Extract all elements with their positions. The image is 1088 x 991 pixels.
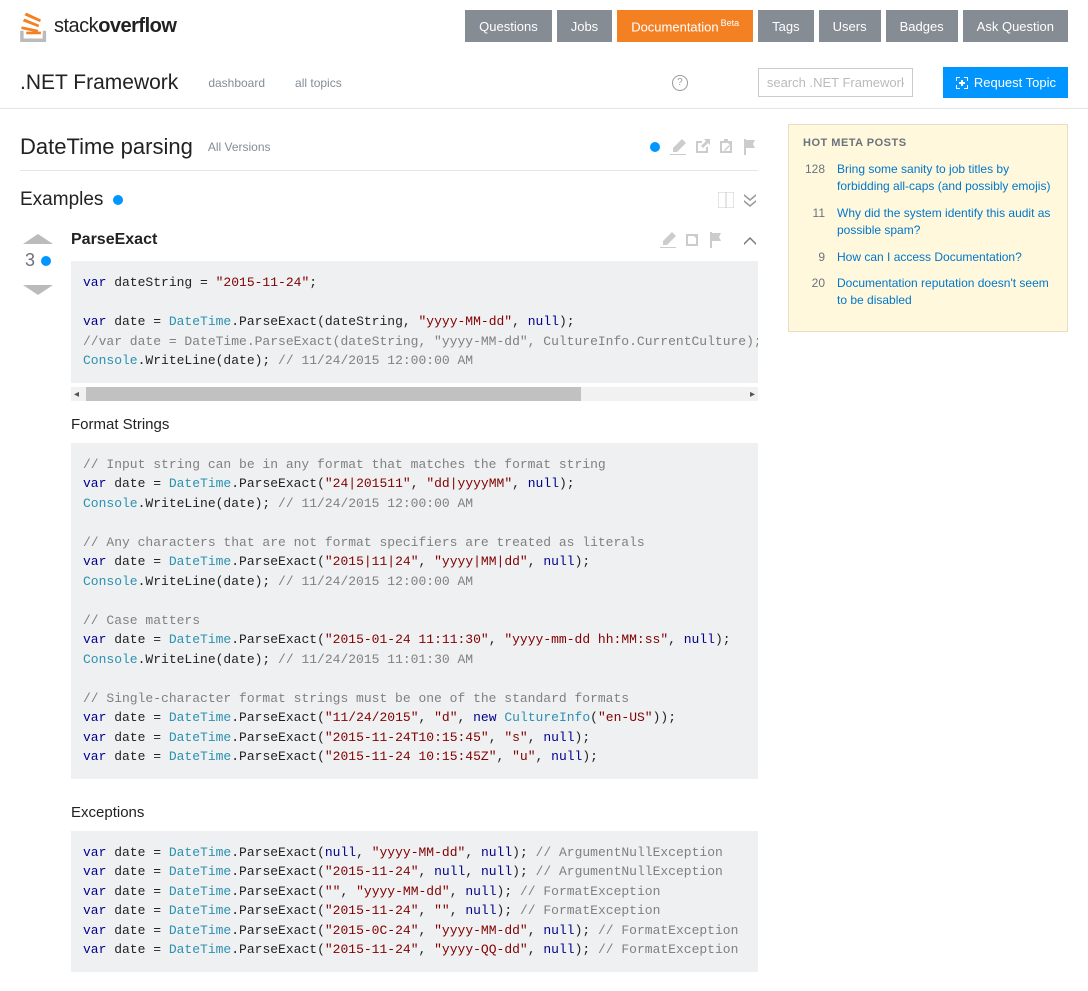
chevron-up-icon[interactable]: [742, 232, 758, 248]
flag-icon[interactable]: [742, 139, 758, 155]
nav-tags[interactable]: Tags: [758, 10, 813, 42]
layout-icon[interactable]: [718, 192, 734, 208]
hot-meta-item: 9 How can I access Documentation?: [803, 249, 1053, 266]
hot-meta-item: 128 Bring some sanity to job titles by fo…: [803, 161, 1053, 195]
nav-jobs[interactable]: Jobs: [557, 10, 612, 42]
stackoverflow-icon: [20, 10, 48, 42]
top-nav: QuestionsJobsDocumentationBetaTagsUsersB…: [465, 10, 1068, 42]
hot-meta-posts: HOT META POSTS 128 Bring some sanity to j…: [788, 124, 1068, 332]
hot-meta-item: 11 Why did the system identify this audit…: [803, 205, 1053, 239]
nav-questions[interactable]: Questions: [465, 10, 552, 42]
move-icon[interactable]: [694, 139, 710, 155]
all-topics-link[interactable]: all topics: [295, 76, 342, 90]
code-block-2: // Input string can be in any format tha…: [71, 443, 758, 779]
hot-meta-link[interactable]: How can I access Documentation?: [837, 249, 1022, 266]
notification-dot: [650, 142, 660, 152]
hot-meta-link[interactable]: Why did the system identify this audit a…: [837, 205, 1053, 239]
section-format-strings: Format Strings: [71, 416, 758, 433]
topic-title: DateTime parsing: [20, 134, 193, 160]
site-logo[interactable]: stackoverflow: [20, 10, 176, 42]
dashboard-link[interactable]: dashboard: [208, 76, 265, 90]
hot-meta-count: 9: [803, 249, 825, 266]
examples-heading: Examples: [20, 189, 103, 211]
downvote-button[interactable]: [23, 285, 53, 295]
vote-count: 3: [25, 250, 51, 271]
horizontal-scrollbar[interactable]: ◂ ▸: [71, 387, 758, 401]
all-versions-link[interactable]: All Versions: [208, 140, 271, 154]
hot-meta-count: 128: [803, 161, 825, 195]
example-title: ParseExact: [71, 231, 157, 249]
flag-icon[interactable]: [708, 232, 724, 248]
code-block-3: var date = DateTime.ParseExact(null, "yy…: [71, 831, 758, 972]
section-exceptions: Exceptions: [71, 804, 758, 821]
help-icon[interactable]: ?: [672, 75, 688, 91]
request-topic-button[interactable]: Request Topic: [943, 67, 1068, 98]
logo-text: stackoverflow: [54, 15, 176, 38]
nav-ask-question[interactable]: Ask Question: [963, 10, 1068, 42]
hot-meta-count: 20: [803, 275, 825, 309]
request-topic-label: Request Topic: [974, 75, 1056, 90]
notification-dot: [113, 195, 123, 205]
docs-tag-title[interactable]: .NET Framework: [20, 71, 178, 95]
upvote-button[interactable]: [23, 234, 53, 244]
hot-meta-link[interactable]: Bring some sanity to job titles by forbi…: [837, 161, 1053, 195]
edit-icon[interactable]: [660, 232, 676, 248]
code-block-1: var dateString = "2015-11-24"; var date …: [71, 261, 758, 383]
nav-users[interactable]: Users: [819, 10, 881, 42]
hot-meta-link[interactable]: Documentation reputation doesn't seem to…: [837, 275, 1053, 309]
link-icon[interactable]: [718, 139, 734, 155]
nav-badges[interactable]: Badges: [886, 10, 958, 42]
chevron-double-down-icon[interactable]: [742, 192, 758, 208]
search-input[interactable]: [758, 68, 913, 97]
edit-icon[interactable]: [670, 139, 686, 155]
nav-documentation[interactable]: DocumentationBeta: [617, 10, 753, 42]
hot-meta-count: 11: [803, 205, 825, 239]
hot-meta-title: HOT META POSTS: [803, 137, 1053, 149]
link-icon[interactable]: [684, 232, 700, 248]
expand-icon: [955, 76, 969, 90]
hot-meta-item: 20 Documentation reputation doesn't seem …: [803, 275, 1053, 309]
